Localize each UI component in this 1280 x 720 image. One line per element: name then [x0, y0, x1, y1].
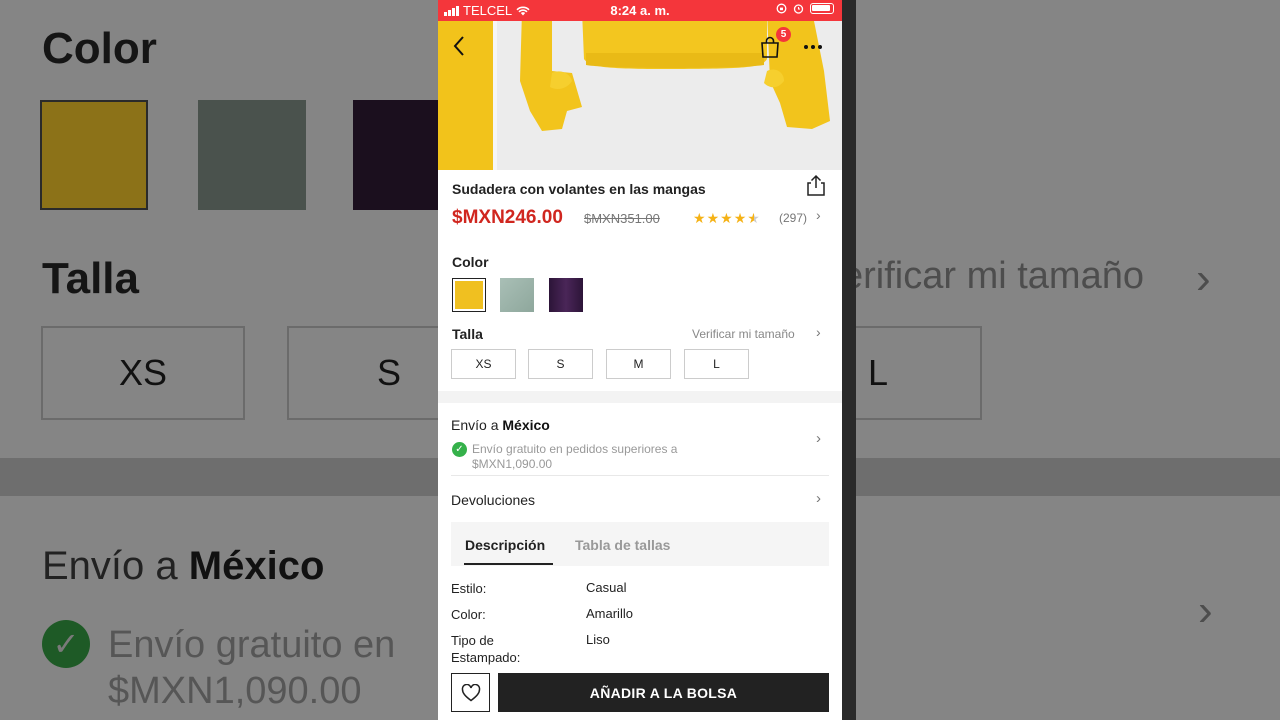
spec-key-print: Tipo de Estampado:: [451, 633, 521, 665]
add-to-bag-button[interactable]: AÑADIR A LA BOLSA: [498, 673, 829, 712]
active-tab-indicator: [464, 563, 553, 565]
section-divider: [438, 391, 842, 403]
alarm-icon: [793, 4, 804, 14]
chevron-right-icon[interactable]: ›: [816, 490, 821, 507]
chevron-right-icon[interactable]: ›: [816, 430, 821, 447]
chevron-right-icon[interactable]: ›: [816, 324, 821, 340]
background-verify-link: erificar mi tamaño: [842, 255, 1144, 297]
size-option-l[interactable]: L: [684, 349, 749, 379]
background-size-xs: XS: [41, 326, 245, 420]
swatch-sage[interactable]: [500, 278, 534, 312]
tab-description[interactable]: Descripción: [465, 537, 545, 553]
status-bar: TELCEL 8:24 a. m.: [438, 0, 842, 21]
star-icon: ★: [693, 210, 706, 226]
carousel-gap: [493, 21, 497, 170]
background-chevron-right-icon: ›: [1198, 586, 1213, 635]
background-ship-country: México: [188, 544, 325, 588]
original-price: $MXN351.00: [584, 211, 660, 226]
background-chevron-right-icon: ›: [1196, 254, 1211, 303]
size-option-s[interactable]: S: [528, 349, 593, 379]
product-title: Sudadera con volantes en las mangas: [452, 181, 706, 197]
review-count[interactable]: (297): [779, 211, 807, 225]
color-label: Color: [452, 254, 489, 270]
returns-row[interactable]: Devoluciones: [451, 492, 535, 508]
background-size-l: L: [842, 326, 982, 420]
bottom-action-bar: AÑADIR A LA BOLSA: [438, 666, 842, 720]
shipping-destination[interactable]: Envío a México: [451, 417, 550, 433]
spec-value-print: Liso: [586, 632, 610, 647]
tab-size-chart[interactable]: Tabla de tallas: [575, 537, 670, 553]
verify-size-link[interactable]: Verificar mi tamaño: [692, 327, 795, 341]
size-option-m[interactable]: M: [606, 349, 671, 379]
size-label: Talla: [452, 326, 483, 342]
background-shipping: Envío a México: [42, 544, 324, 589]
background-color-label: Color: [42, 24, 157, 73]
size-option-xs[interactable]: XS: [451, 349, 516, 379]
background-free-line1: Envío gratuito en: [108, 624, 396, 666]
background-check-icon: ✓: [42, 620, 90, 668]
description-tabs: Descripción Tabla de tallas: [451, 522, 829, 566]
spec-key-color: Color:: [451, 607, 486, 622]
more-options-icon[interactable]: [804, 45, 822, 49]
divider: [451, 475, 829, 476]
ship-country: México: [502, 417, 550, 433]
background-ship-prefix: Envío a: [42, 544, 178, 588]
status-right: [776, 3, 834, 14]
spec-value-color: Amarillo: [586, 606, 633, 621]
rating-stars[interactable]: ★ ★ ★ ★ ★: [693, 210, 760, 227]
star-icon: ★: [733, 210, 747, 226]
swatch-purple[interactable]: [549, 278, 583, 312]
background-swatch-yellow: [40, 100, 148, 210]
spec-key-style: Estilo:: [451, 581, 487, 596]
share-icon[interactable]: [806, 174, 826, 196]
background-free-line2: $MXN1,090.00: [108, 670, 362, 712]
product-price: $MXN246.00: [452, 207, 563, 228]
background-free-shipping: Envío gratuito en $MXN1,090.00: [108, 622, 395, 714]
chevron-right-icon[interactable]: ›: [816, 207, 821, 223]
back-chevron-icon[interactable]: [452, 35, 466, 57]
heart-icon: [461, 683, 480, 701]
background-swatch-sage: [198, 100, 306, 210]
swatch-yellow[interactable]: [452, 278, 486, 312]
background-size-label: Talla: [42, 254, 140, 303]
rotation-lock-icon: [776, 3, 787, 14]
battery-icon: [810, 3, 834, 14]
background-edge: [842, 0, 856, 720]
wishlist-button[interactable]: [451, 673, 490, 712]
phone-screen: TELCEL 8:24 a. m. 5 Sudadera con volante…: [438, 0, 842, 720]
ship-prefix: Envío a: [451, 417, 499, 433]
product-image-carousel[interactable]: 5: [438, 21, 842, 170]
check-circle-icon: ✓: [452, 442, 467, 457]
half-star-icon: ★: [747, 210, 760, 226]
star-icon: ★: [706, 210, 720, 226]
bag-count-badge: 5: [776, 27, 791, 42]
star-icon: ★: [720, 210, 733, 226]
free-shipping-text: Envío gratuito en pedidos superiores a $…: [472, 442, 678, 471]
spec-value-style: Casual: [586, 580, 627, 595]
